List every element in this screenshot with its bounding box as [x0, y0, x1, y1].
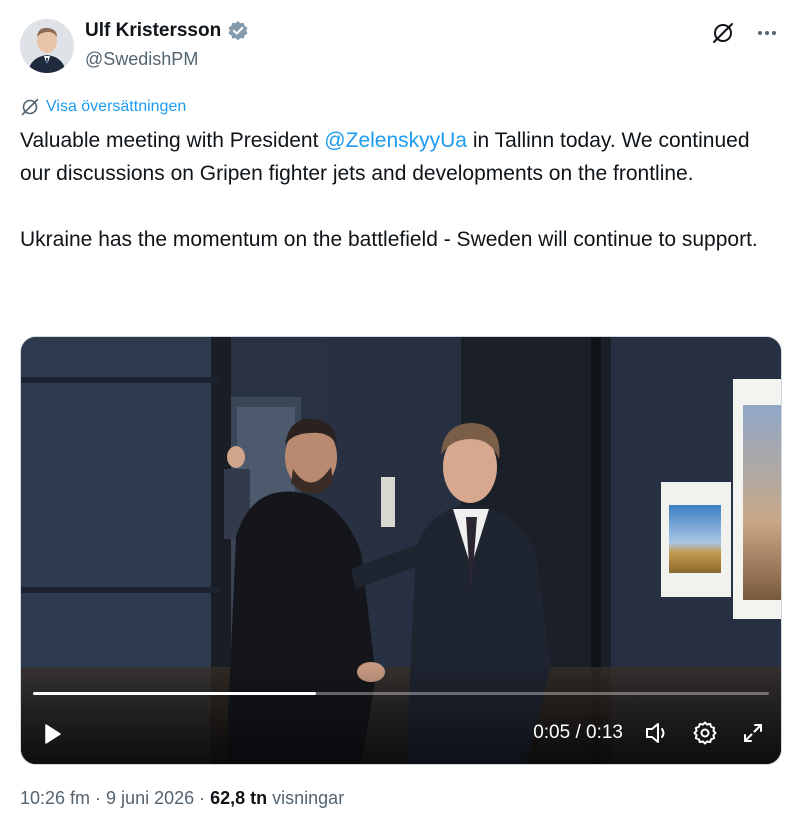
video-time: 0:05 / 0:13: [533, 722, 623, 743]
video-player[interactable]: 0:05 / 0:13: [20, 336, 782, 765]
avatar-image: [20, 19, 74, 73]
tweet-paragraph: Valuable meeting with President @Zelensk…: [20, 124, 780, 190]
tweet-text-part: Valuable meeting with President: [20, 129, 325, 152]
tweet-date[interactable]: 9 juni 2026: [106, 788, 194, 809]
tweet-text: Valuable meeting with President @Zelensk…: [20, 124, 780, 256]
play-icon[interactable]: [39, 721, 65, 747]
mention-link[interactable]: @ZelenskyyUa: [324, 129, 467, 152]
more-icon[interactable]: [754, 20, 780, 46]
verified-badge-icon: [227, 20, 249, 42]
fullscreen-icon[interactable]: [739, 719, 767, 747]
settings-icon[interactable]: [691, 719, 719, 747]
meta-separator: ·: [95, 788, 102, 808]
tweet-meta: 10:26 fm · 9 juni 2026 · 62,8 tn visning…: [20, 788, 344, 809]
show-translation-label: Visa översättningen: [46, 98, 187, 115]
tweet-paragraph: Ukraine has the momentum on the battlefi…: [20, 228, 758, 251]
video-progress-bar[interactable]: [33, 692, 769, 695]
avatar[interactable]: [20, 19, 74, 73]
video-progress-fill: [33, 692, 317, 695]
no-translate-icon: [21, 98, 39, 116]
show-translation-link[interactable]: Visa översättningen: [20, 97, 186, 117]
video-frame: [21, 337, 781, 764]
views-label: visningar: [272, 788, 345, 808]
meta-separator: ·: [199, 788, 206, 808]
views-count: 62,8 tn: [210, 788, 268, 808]
display-name[interactable]: Ulf Kristersson: [85, 20, 221, 42]
volume-icon[interactable]: [643, 719, 671, 747]
no-translate-icon[interactable]: [710, 20, 736, 46]
tweet-time[interactable]: 10:26 fm: [20, 788, 90, 809]
handle[interactable]: @SwedishPM: [85, 49, 198, 70]
